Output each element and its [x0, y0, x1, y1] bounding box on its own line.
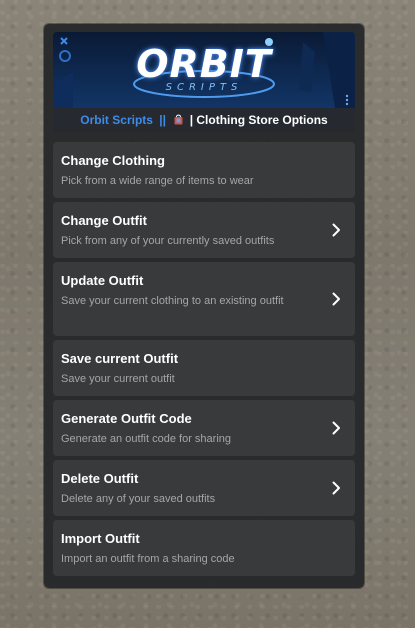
clothing-store-menu: ORBIT SCRIPTS Orbit Scripts || | Clothin… [44, 24, 364, 588]
chevron-right-icon [332, 481, 340, 495]
menu-item-change-outfit[interactable]: Change Outfit Pick from any of your curr… [53, 202, 355, 258]
menu-header: ORBIT SCRIPTS Orbit Scripts || | Clothin… [53, 32, 355, 132]
menu-item-description: Import an outfit from a sharing code [61, 553, 235, 565]
menu-item-title: Change Clothing [61, 153, 165, 168]
shopping-bag-icon [174, 109, 183, 125]
brand-separator: || [159, 113, 167, 127]
menu-item-change-clothing[interactable]: Change Clothing Pick from a wide range o… [53, 142, 355, 198]
store-options-label: | Clothing Store Options [189, 113, 328, 127]
menu-item-update-outfit[interactable]: Update Outfit Save your current clothing… [53, 262, 355, 336]
menu-item-description: Pick from a wide range of items to wear [61, 175, 254, 187]
scripts-logo-subtext: SCRIPTS [165, 82, 243, 93]
menu-item-title: Save current Outfit [61, 351, 179, 366]
chevron-right-icon [332, 223, 340, 237]
menu-item-description: Delete any of your saved outfits [61, 493, 216, 505]
menu-item-title: Change Outfit [61, 213, 147, 228]
chevron-right-icon [332, 292, 340, 306]
menu-item-description: Generate an outfit code for sharing [61, 433, 231, 445]
menu-item-import-outfit[interactable]: Import Outfit Import an outfit from a sh… [53, 520, 355, 576]
orbit-logo: ORBIT [136, 42, 272, 86]
menu-item-description: Save your current clothing to an existin… [61, 295, 284, 307]
menu-subtitle: Orbit Scripts || | Clothing Store Option… [53, 108, 355, 132]
menu-item-title: Delete Outfit [61, 471, 139, 486]
menu-item-description: Save your current outfit [61, 373, 175, 385]
brand-name: Orbit Scripts [80, 113, 153, 127]
chevron-right-icon [332, 421, 340, 435]
menu-item-title: Generate Outfit Code [61, 411, 192, 426]
menu-item-description: Pick from any of your currently saved ou… [61, 235, 275, 247]
orbit-scripts-banner: ORBIT SCRIPTS [53, 32, 355, 108]
menu-item-save-current-outfit[interactable]: Save current Outfit Save your current ou… [53, 340, 355, 396]
menu-item-generate-outfit-code[interactable]: Generate Outfit Code Generate an outfit … [53, 400, 355, 456]
menu-item-title: Import Outfit [61, 531, 140, 546]
menu-item-delete-outfit[interactable]: Delete Outfit Delete any of your saved o… [53, 460, 355, 516]
menu-item-title: Update Outfit [61, 273, 144, 288]
menu-items: Change Clothing Pick from a wide range o… [53, 142, 355, 576]
